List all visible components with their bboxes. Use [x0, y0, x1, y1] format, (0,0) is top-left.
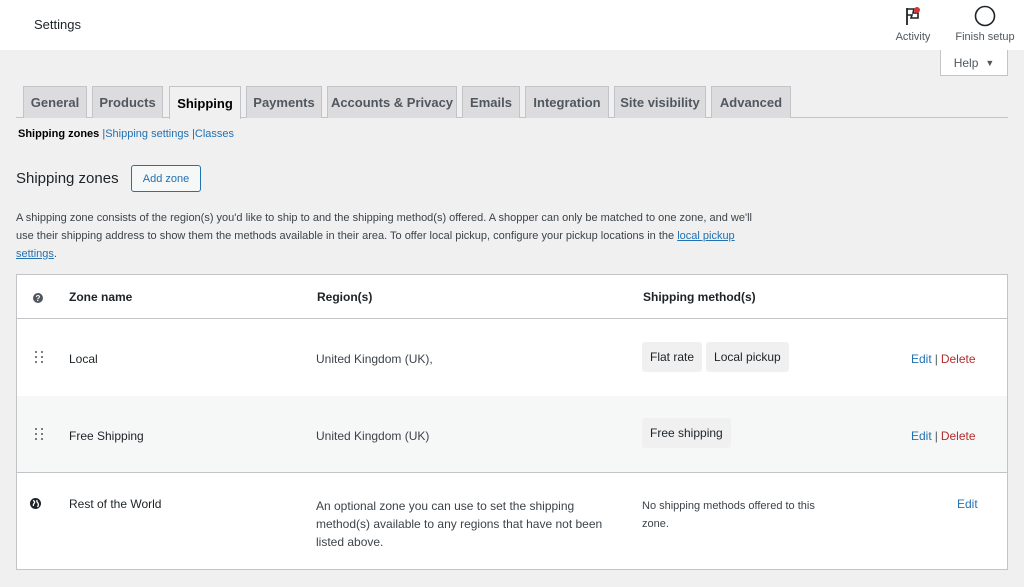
edit-link[interactable]: Edit: [957, 497, 978, 511]
action-separator: |: [934, 429, 938, 443]
help-button[interactable]: Help ▼: [940, 50, 1008, 76]
subnav-shipping-settings[interactable]: Shipping settings: [105, 128, 189, 140]
row-actions: Edit | Delete: [911, 352, 976, 366]
header-shipping-methods: Shipping method(s): [643, 290, 756, 304]
flag-icon: [906, 7, 920, 25]
tab-general[interactable]: General: [23, 86, 87, 118]
method-pill: Local pickup: [706, 342, 789, 372]
description-end: .: [53, 248, 57, 260]
table-row: Local United Kingdom (UK), Flat rate Loca…: [17, 320, 1007, 396]
row-actions: Edit | Delete: [911, 429, 976, 443]
row-actions: Edit: [957, 497, 978, 511]
finish-setup-button[interactable]: Finish setup: [950, 4, 1020, 43]
section-description: A shipping zone consists of the region(s…: [16, 209, 756, 263]
page-title: Settings: [34, 17, 81, 32]
tab-accounts-privacy[interactable]: Accounts & Privacy: [327, 86, 457, 118]
zone-name[interactable]: Local: [69, 352, 98, 366]
description-text: A shipping zone consists of the region(s…: [16, 212, 752, 242]
drag-handle-icon[interactable]: [35, 351, 43, 365]
edit-link[interactable]: Edit: [911, 429, 932, 443]
zone-region: An optional zone you can use to set the …: [316, 499, 603, 549]
delete-link[interactable]: Delete: [941, 429, 976, 443]
tab-advanced[interactable]: Advanced: [711, 86, 791, 118]
tab-shipping[interactable]: Shipping: [169, 86, 241, 119]
tab-integration[interactable]: Integration: [525, 86, 609, 118]
finish-setup-label: Finish setup: [955, 31, 1015, 43]
subnav-classes[interactable]: Classes: [195, 128, 234, 140]
caret-down-icon: ▼: [985, 57, 995, 68]
tab-site-visibility[interactable]: Site visibility: [614, 86, 706, 118]
zone-methods: Free shipping: [642, 418, 735, 448]
zone-methods: No shipping methods offered to this zone…: [642, 500, 815, 530]
header-zone-name: Zone name: [69, 290, 133, 304]
method-pill: Free shipping: [642, 418, 731, 448]
top-bar: Settings Activity Finish setup: [0, 0, 1024, 50]
zone-methods: Flat rate Local pickup: [642, 342, 793, 372]
shipping-subnav: Shipping zones |Shipping settings |Class…: [18, 128, 234, 140]
zone-region: United Kingdom (UK),: [316, 352, 433, 366]
add-zone-button[interactable]: Add zone: [131, 165, 201, 192]
delete-link[interactable]: Delete: [941, 352, 976, 366]
table-row: Free Shipping United Kingdom (UK) Free s…: [17, 396, 1007, 472]
zone-name: Rest of the World: [69, 497, 162, 511]
activity-label: Activity: [895, 31, 931, 43]
table-row: Rest of the World An optional zone you c…: [17, 473, 1007, 569]
subnav-shipping-zones[interactable]: Shipping zones: [18, 128, 99, 140]
table-header: ? Zone name Region(s) Shipping method(s): [17, 275, 1007, 319]
tab-products[interactable]: Products: [92, 86, 163, 118]
shipping-zones-table: ? Zone name Region(s) Shipping method(s)…: [16, 274, 1008, 570]
header-regions: Region(s): [317, 290, 373, 304]
zone-region: United Kingdom (UK): [316, 429, 430, 443]
svg-text:?: ?: [36, 294, 41, 303]
help-label: Help: [953, 55, 979, 70]
zone-name[interactable]: Free Shipping: [69, 429, 144, 443]
tab-emails[interactable]: Emails: [462, 86, 520, 118]
method-pill: Flat rate: [642, 342, 703, 372]
edit-link[interactable]: Edit: [911, 352, 932, 366]
help-icon: ?: [33, 293, 43, 303]
globe-icon: [30, 498, 41, 509]
action-separator: |: [934, 352, 938, 366]
section-title: Shipping zones: [16, 170, 119, 187]
drag-handle-icon[interactable]: [35, 428, 43, 442]
activity-button[interactable]: Activity: [890, 4, 936, 43]
settings-tabs: General Products Shipping Payments Accou…: [16, 86, 1008, 119]
progress-ring-icon: [974, 5, 996, 27]
tab-payments[interactable]: Payments: [246, 86, 322, 118]
